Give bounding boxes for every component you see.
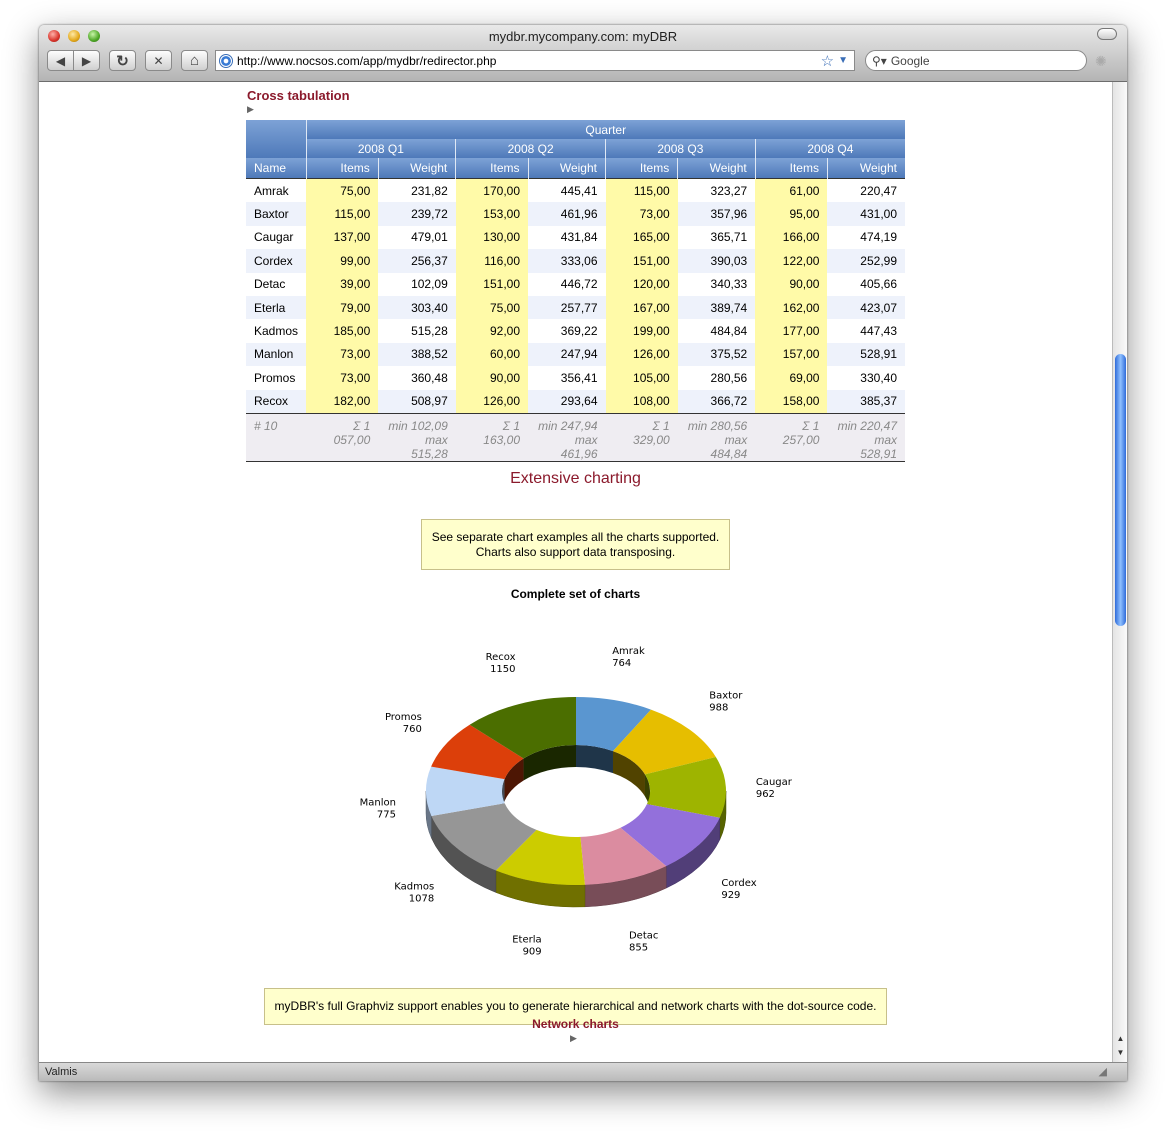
address-input[interactable]: http://www.nocsos.com/app/mydbr/redirect… <box>237 54 821 68</box>
network-charts-title[interactable]: Network charts <box>39 1017 1112 1031</box>
reload-button[interactable]: ↻ <box>109 50 136 71</box>
history-dropdown-icon[interactable]: ▼ <box>838 55 848 66</box>
resize-grip-icon[interactable]: ◢ <box>1099 1065 1107 1078</box>
vertical-scrollbar[interactable]: ▲ ▼ <box>1112 82 1127 1062</box>
address-bar[interactable]: http://www.nocsos.com/app/mydbr/redirect… <box>215 50 855 71</box>
slice-label: Baxtor 988 <box>709 691 743 714</box>
slice-label: Manlon 775 <box>360 797 396 820</box>
slice-label: Eterla 909 <box>512 935 541 958</box>
slice-label: Amrak 764 <box>612 646 645 669</box>
toolbar-toggle-button[interactable] <box>1097 28 1117 40</box>
scrollbar-thumb[interactable] <box>1115 354 1126 626</box>
donut-labels: Amrak 764 Baxtor 988 Caugar 962 Cordex 929 Detac… <box>360 646 793 958</box>
stop-button[interactable]: ✕ <box>145 50 172 71</box>
window-title: mydbr.mycompany.com: myDBR <box>488 29 678 44</box>
search-icon[interactable]: ⚲▾ <box>872 54 887 68</box>
status-bar: Valmis ◢ <box>39 1062 1127 1081</box>
back-icon: ◀ <box>55 53 66 68</box>
search-field[interactable]: ⚲▾ Google <box>865 50 1087 71</box>
scroll-up-arrow-icon[interactable]: ▲ <box>1115 1034 1126 1043</box>
slice-label: Promos 760 <box>385 712 422 735</box>
home-button[interactable]: ⌂ <box>181 50 208 71</box>
status-text: Valmis <box>45 1066 78 1078</box>
stop-icon: ✕ <box>153 53 164 68</box>
browser-window: mydbr.mycompany.com: myDBR ◀ ▶ ↻ ✕ ⌂ htt… <box>39 25 1127 1081</box>
activity-spinner-icon: ✺ <box>1095 53 1107 69</box>
slice-label: Cordex 929 <box>721 878 756 901</box>
forward-icon: ▶ <box>81 53 92 68</box>
page-content: Cross tabulation ▶ Quarter 2008 Q1 2008 … <box>39 82 1112 1062</box>
expand-triangle-icon[interactable]: ▶ <box>570 1033 577 1044</box>
donut-slices <box>425 697 726 885</box>
site-icon <box>219 53 233 68</box>
slice-label: Kadmos 1078 <box>394 882 434 905</box>
browser-toolbar: mydbr.mycompany.com: myDBR ◀ ▶ ↻ ✕ ⌂ htt… <box>39 25 1127 82</box>
scroll-down-arrow-icon[interactable]: ▼ <box>1115 1048 1126 1057</box>
forward-button[interactable]: ▶ <box>73 50 100 71</box>
slice-label: Recox 1150 <box>486 652 516 675</box>
slice-label: Caugar 962 <box>756 777 793 800</box>
reload-icon: ↻ <box>116 52 129 70</box>
bookmark-star-icon[interactable]: ☆ <box>821 52 834 70</box>
home-icon: ⌂ <box>189 52 200 69</box>
slice-label: Detac 855 <box>629 930 658 953</box>
search-input[interactable]: Google <box>891 54 930 68</box>
donut-chart: Amrak 764 Baxtor 988 Caugar 962 Cordex 929 Detac… <box>360 646 793 958</box>
back-button[interactable]: ◀ <box>47 50 74 71</box>
